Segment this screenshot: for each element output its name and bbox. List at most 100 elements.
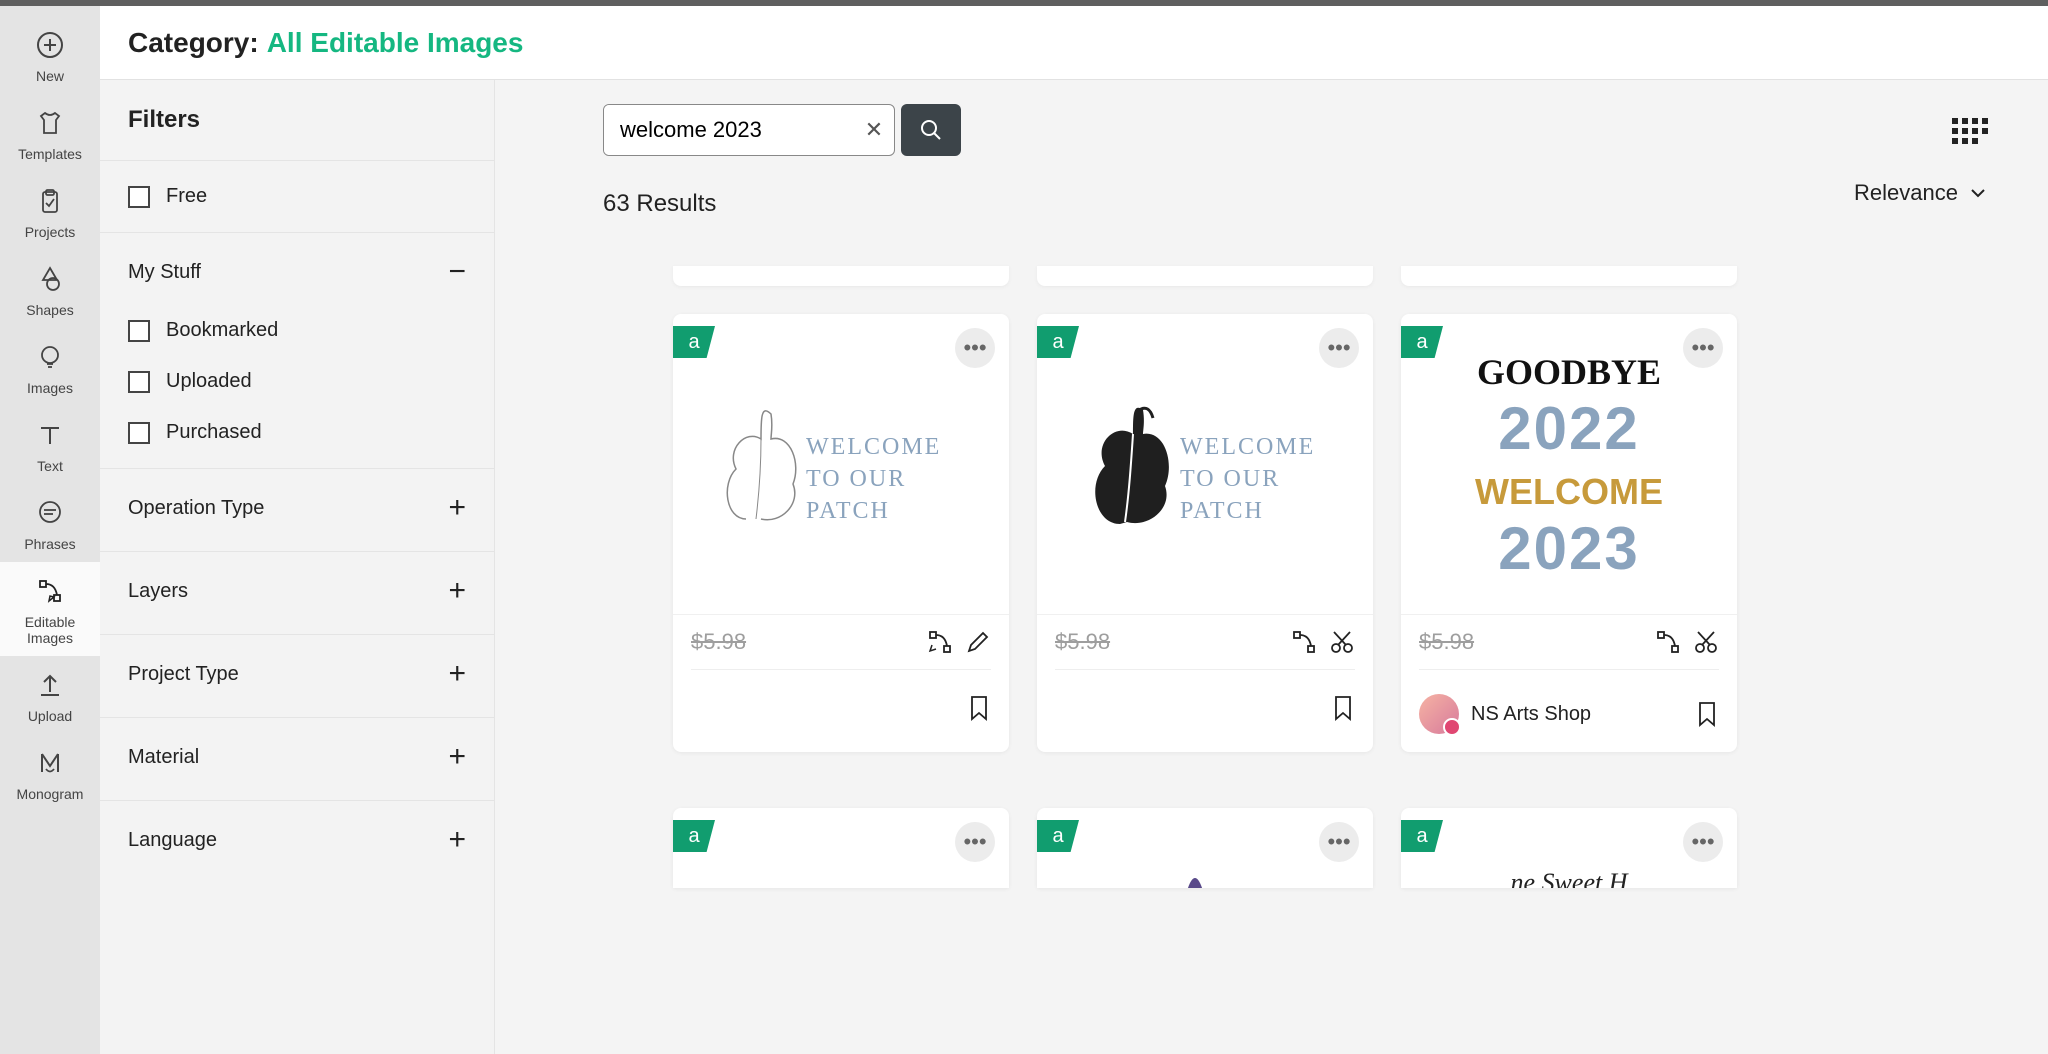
grid-icon (1950, 116, 1988, 150)
search-icon (919, 118, 943, 142)
svg-text:GOODBYE: GOODBYE (1477, 352, 1661, 392)
category-header: Category: All Editable Images (100, 6, 2048, 80)
filters-panel: Filters Free My Stuff − Bookmarked (100, 80, 495, 1054)
cut-icon[interactable] (1693, 629, 1719, 655)
customize-icon[interactable] (927, 629, 953, 655)
filter-purchased-row[interactable]: Purchased (100, 407, 494, 458)
rail-monogram-label: Monogram (17, 786, 84, 802)
filter-bookmarked-row[interactable]: Bookmarked (100, 305, 494, 356)
dots-icon: ••• (1691, 335, 1714, 361)
card-more-button[interactable]: ••• (1319, 328, 1359, 368)
access-badge-icon: a (673, 820, 715, 852)
result-card-partial (1401, 266, 1737, 286)
svg-text:2023: 2023 (1498, 515, 1639, 582)
shirt-icon (33, 106, 67, 140)
search-input[interactable] (604, 105, 854, 155)
plus-icon: + (448, 491, 466, 525)
rail-shapes[interactable]: Shapes (0, 250, 100, 328)
filter-section-operation-type[interactable]: Operation Type + (100, 469, 494, 541)
filter-section-material[interactable]: Material + (100, 718, 494, 790)
bookmark-icon[interactable] (1695, 700, 1719, 728)
filter-section-layers[interactable]: Layers + (100, 552, 494, 624)
result-card[interactable]: a ••• ne Sweet H (1401, 808, 1737, 888)
clear-search-button[interactable]: ✕ (854, 105, 894, 155)
result-card-partial (673, 266, 1009, 286)
search-button[interactable] (901, 104, 961, 156)
card-more-button[interactable]: ••• (1683, 822, 1723, 862)
filter-section-project-type[interactable]: Project Type + (100, 635, 494, 707)
speech-icon (33, 496, 67, 530)
filter-operation-type-label: Operation Type (128, 497, 264, 520)
access-badge-icon: a (1401, 820, 1443, 852)
plus-icon: + (448, 657, 466, 691)
bookmark-icon[interactable] (1331, 694, 1355, 722)
checkbox-icon[interactable] (128, 320, 150, 342)
card-price: $5.98 (691, 629, 746, 655)
clipboard-icon (33, 184, 67, 218)
rail-editable-images-label-1: Editable (25, 614, 76, 630)
svg-text:PATCH: PATCH (1180, 498, 1264, 524)
rail-projects[interactable]: Projects (0, 172, 100, 250)
dots-icon: ••• (1327, 829, 1350, 855)
text-icon (33, 418, 67, 452)
svg-text:TO OUR: TO OUR (806, 466, 906, 492)
result-card-partial (1037, 266, 1373, 286)
filter-purchased-label: Purchased (166, 421, 262, 444)
filter-bookmarked-label: Bookmarked (166, 319, 278, 342)
rail-upload[interactable]: Upload (0, 656, 100, 734)
grid-view-toggle[interactable] (1950, 116, 1988, 155)
card-preview-partial (1125, 848, 1285, 888)
rail-editable-images[interactable]: Editable Images (0, 562, 100, 656)
cut-icon[interactable] (1329, 629, 1355, 655)
card-price: $5.98 (1055, 629, 1110, 655)
rail-new-label: New (36, 68, 64, 84)
rail-projects-label: Projects (25, 224, 76, 240)
card-more-button[interactable]: ••• (1319, 822, 1359, 862)
rail-editable-images-label-2: Images (27, 630, 73, 646)
card-preview-partial: ne Sweet H (1401, 868, 1737, 888)
sort-dropdown[interactable]: Relevance (1854, 180, 1988, 206)
filter-section-my-stuff[interactable]: My Stuff − (100, 233, 494, 305)
rail-monogram[interactable]: Monogram (0, 734, 100, 812)
result-card[interactable]: a ••• (673, 808, 1009, 888)
result-card[interactable]: a ••• (1037, 808, 1373, 888)
access-badge-icon: a (1037, 820, 1079, 852)
rail-images[interactable]: Images (0, 328, 100, 406)
bookmark-icon[interactable] (967, 694, 991, 722)
filter-my-stuff-label: My Stuff (128, 261, 201, 284)
rail-text[interactable]: Text (0, 406, 100, 484)
card-more-button[interactable]: ••• (1683, 328, 1723, 368)
left-nav-rail: New Templates Projects Shapes (0, 6, 100, 1054)
result-card[interactable]: a ••• WELCOME TO OUR PATCH (1037, 314, 1373, 752)
close-icon: ✕ (865, 117, 883, 143)
checkbox-icon[interactable] (128, 371, 150, 393)
checkbox-icon[interactable] (128, 186, 150, 208)
filter-uploaded-label: Uploaded (166, 370, 252, 393)
author-avatar (1419, 694, 1459, 734)
monogram-icon (33, 746, 67, 780)
results-count: 63 Results (603, 190, 2000, 218)
rail-new[interactable]: New (0, 16, 100, 94)
filters-title: Filters (100, 80, 494, 161)
edit-icon[interactable] (965, 629, 991, 655)
filter-layers-label: Layers (128, 580, 188, 603)
rail-templates[interactable]: Templates (0, 94, 100, 172)
filter-uploaded-row[interactable]: Uploaded (100, 356, 494, 407)
filter-section-language[interactable]: Language + (100, 801, 494, 873)
customize-icon[interactable] (1291, 629, 1317, 655)
result-card[interactable]: a ••• GOODBYE 2022 WELCOME 2023 (1401, 314, 1737, 752)
dots-icon: ••• (1327, 335, 1350, 361)
rail-phrases[interactable]: Phrases (0, 484, 100, 562)
rail-shapes-label: Shapes (26, 302, 73, 318)
filter-free-label: Free (166, 185, 207, 208)
card-more-button[interactable]: ••• (955, 328, 995, 368)
customize-icon[interactable] (1655, 629, 1681, 655)
card-more-button[interactable]: ••• (955, 822, 995, 862)
dots-icon: ••• (1691, 829, 1714, 855)
rail-phrases-label: Phrases (24, 536, 75, 552)
result-card[interactable]: a ••• WELCOME TO OUR PATCH (673, 314, 1009, 752)
filter-language-label: Language (128, 829, 217, 852)
filter-free-row[interactable]: Free (100, 161, 494, 233)
chevron-down-icon (1968, 183, 1988, 203)
checkbox-icon[interactable] (128, 422, 150, 444)
